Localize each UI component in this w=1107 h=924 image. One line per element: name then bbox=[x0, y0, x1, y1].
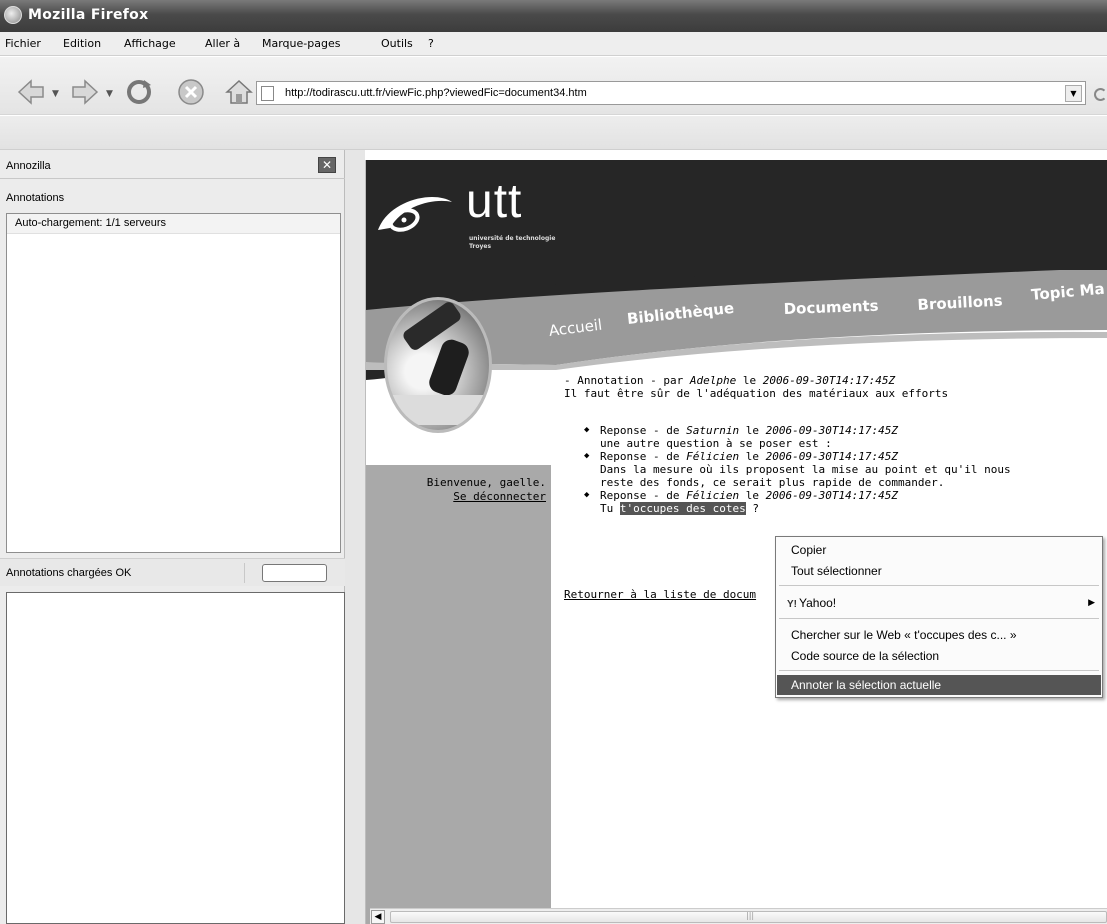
menu-item-yahoo[interactable]: Y! Yahoo! ▶ bbox=[777, 593, 1101, 613]
menu-separator bbox=[779, 618, 1099, 619]
menu-affichage[interactable]: Affichage bbox=[124, 37, 176, 50]
sidebar-divider bbox=[0, 178, 345, 179]
back-to-list-link[interactable]: Retourner à la liste de docum bbox=[564, 588, 756, 601]
annotations-label: Annotations bbox=[6, 192, 65, 204]
utt-logo-subtitle-line2: Troyes bbox=[469, 243, 492, 250]
annotations-list[interactable]: Auto-chargement: 1/1 serveurs bbox=[6, 213, 341, 553]
page-icon bbox=[261, 86, 274, 101]
reply-text: reste des fonds, ce serait plus rapide d… bbox=[600, 476, 945, 489]
annotation-thread: - Annotation - par Adelphe le 2006-09-30… bbox=[564, 374, 1104, 515]
reply-text: ? bbox=[745, 502, 759, 515]
reply-text: Dans la mesure où ils proposent la mise … bbox=[600, 463, 1011, 476]
list-item: Reponse - de Saturnin le 2006-09-30T14:1… bbox=[584, 424, 1104, 450]
menu-item-yahoo-label: Yahoo! bbox=[799, 596, 837, 610]
forward-dropdown-icon[interactable]: ▼ bbox=[106, 89, 113, 99]
reply-date: 2006-09-30T14:17:45Z bbox=[765, 424, 899, 437]
welcome-block: Bienvenue, gaelle. Se déconnecter bbox=[366, 476, 546, 504]
reply-le: le bbox=[745, 489, 759, 502]
yahoo-icon: Y! bbox=[787, 599, 797, 610]
menu-edition[interactable]: Edition bbox=[63, 37, 101, 50]
window-title-bar: Mozilla Firefox bbox=[0, 0, 1107, 32]
reply-author: Saturnin bbox=[686, 424, 740, 437]
sidebar-status-bar: Annotations chargées OK bbox=[0, 558, 345, 586]
forward-arrow-icon[interactable] bbox=[70, 77, 100, 107]
go-icon[interactable] bbox=[1094, 88, 1107, 101]
menu-outils[interactable]: Outils bbox=[381, 37, 413, 50]
reply-text: Tu bbox=[600, 502, 620, 515]
replies-list: Reponse - de Saturnin le 2006-09-30T14:1… bbox=[584, 424, 1104, 515]
menu-item-copy[interactable]: Copier bbox=[777, 540, 1101, 560]
logout-link[interactable]: Se déconnecter bbox=[453, 490, 546, 503]
annotation-date: 2006-09-30T14:17:45Z bbox=[762, 374, 896, 387]
utt-logo-icon bbox=[378, 197, 452, 232]
reply-prefix: Reponse - de bbox=[600, 424, 680, 437]
back-dropdown-icon[interactable]: ▼ bbox=[52, 89, 59, 99]
reply-date: 2006-09-30T14:17:45Z bbox=[765, 489, 899, 502]
menu-item-annotate[interactable]: Annoter la sélection actuelle bbox=[777, 675, 1101, 695]
list-item[interactable]: Auto-chargement: 1/1 serveurs bbox=[7, 214, 340, 234]
url-text[interactable]: http://todirascu.utt.fr/viewFic.php?view… bbox=[285, 87, 587, 99]
reload-icon[interactable] bbox=[124, 77, 154, 107]
context-menu: Copier Tout sélectionner Y! Yahoo! ▶ Cher… bbox=[775, 536, 1103, 698]
menu-fichier[interactable]: Fichier bbox=[5, 37, 41, 50]
status-text: Annotations chargées OK bbox=[6, 567, 132, 579]
progress-meter bbox=[262, 564, 327, 582]
reply-prefix: Reponse - de bbox=[600, 489, 680, 502]
menu-help[interactable]: ? bbox=[428, 37, 434, 50]
url-bar[interactable]: http://todirascu.utt.fr/viewFic.php?view… bbox=[256, 81, 1086, 105]
status-divider bbox=[244, 563, 245, 583]
lab-photo bbox=[384, 297, 492, 433]
close-icon[interactable]: ✕ bbox=[318, 157, 336, 173]
home-icon[interactable] bbox=[224, 77, 254, 107]
reply-author: Félicien bbox=[686, 450, 740, 463]
reply-text: une autre question à se poser est : bbox=[600, 437, 832, 450]
welcome-text: Bienvenue, gaelle. bbox=[426, 476, 546, 489]
annotation-prefix: - Annotation - par bbox=[564, 374, 684, 387]
window-title: Mozilla Firefox bbox=[28, 7, 149, 23]
reply-le: le bbox=[745, 424, 759, 437]
back-arrow-icon[interactable] bbox=[16, 77, 46, 107]
list-item: Reponse - de Félicien le 2006-09-30T14:1… bbox=[584, 489, 1104, 515]
reply-le: le bbox=[745, 450, 759, 463]
menu-separator bbox=[779, 670, 1099, 671]
scroll-left-icon[interactable]: ◀ bbox=[371, 910, 385, 924]
utt-wordmark: utt bbox=[466, 175, 523, 228]
url-dropdown-icon[interactable]: ▼ bbox=[1065, 85, 1082, 102]
menu-item-search-web[interactable]: Chercher sur le Web « t'occupes des c...… bbox=[777, 625, 1101, 645]
menu-item-view-source[interactable]: Code source de la sélection bbox=[777, 646, 1101, 666]
annotation-text: Il faut être sûr de l'adéquation des mat… bbox=[564, 387, 949, 400]
reply-prefix: Reponse - de bbox=[600, 450, 680, 463]
menu-item-select-all[interactable]: Tout sélectionner bbox=[777, 561, 1101, 581]
selected-text[interactable]: t'occupes des cotes bbox=[619, 502, 746, 515]
list-item: Reponse - de Félicien le 2006-09-30T14:1… bbox=[584, 450, 1104, 489]
reply-author: Félicien bbox=[686, 489, 740, 502]
horizontal-scrollbar[interactable]: ◀ bbox=[370, 908, 1107, 924]
menu-aller-a[interactable]: Aller à bbox=[205, 37, 240, 50]
menu-marque-pages[interactable]: Marque-pages bbox=[262, 37, 340, 50]
scroll-thumb[interactable] bbox=[390, 911, 1107, 923]
utt-logo-subtitle: université de technologie Troyes bbox=[469, 235, 555, 251]
firefox-icon bbox=[4, 6, 22, 24]
bookmarks-toolbar bbox=[0, 116, 1107, 150]
annotation-author: Adelphe bbox=[689, 374, 737, 387]
annotation-detail-pane[interactable] bbox=[6, 592, 345, 924]
menu-bar: Fichier Edition Affichage Aller à Marque… bbox=[0, 32, 1107, 56]
reply-date: 2006-09-30T14:17:45Z bbox=[765, 450, 899, 463]
nav-documents[interactable]: Documents bbox=[783, 297, 878, 318]
annotation-le: le bbox=[742, 374, 757, 387]
sidebar-splitter[interactable] bbox=[345, 150, 365, 924]
submenu-arrow-icon: ▶ bbox=[1088, 597, 1095, 607]
annozilla-sidebar: Annozilla ✕ Annotations Auto-chargement:… bbox=[0, 150, 345, 924]
stop-icon[interactable] bbox=[176, 77, 206, 107]
utt-logo-subtitle-line1: université de technologie bbox=[469, 235, 556, 242]
navigation-toolbar: ▼ ▼ http://todirascu.utt.fr/viewFic.php?… bbox=[0, 57, 1107, 115]
annotation-header: - Annotation - par Adelphe le 2006-09-30… bbox=[564, 374, 1104, 387]
menu-separator bbox=[779, 585, 1099, 586]
sidebar-title: Annozilla bbox=[6, 160, 51, 172]
